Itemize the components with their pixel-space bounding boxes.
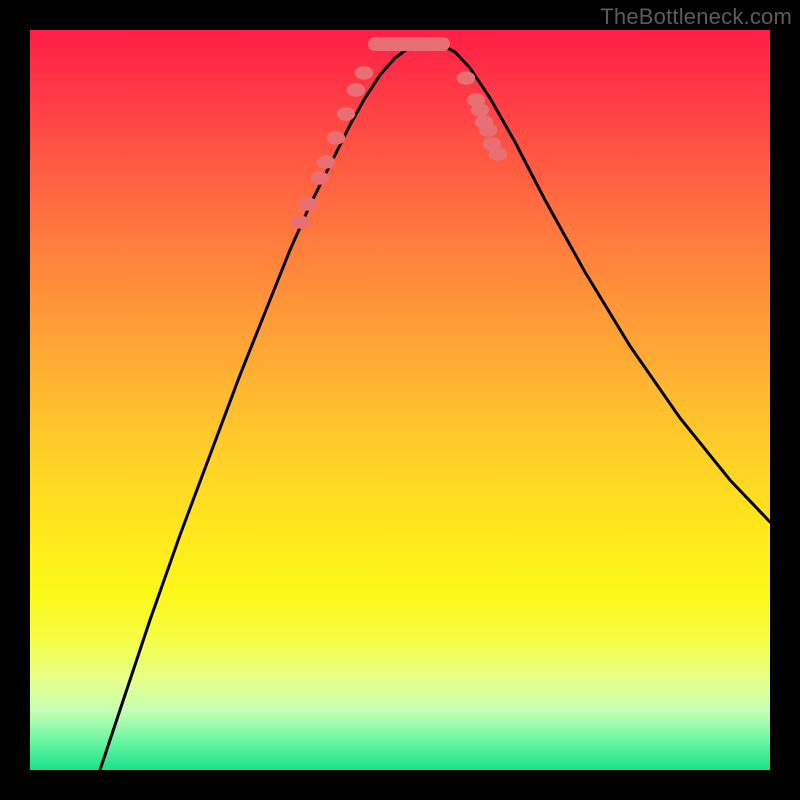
- curve-bottom-band: [368, 37, 450, 51]
- chart-frame: TheBottleneck.com: [0, 0, 800, 800]
- marker-dot: [471, 103, 489, 117]
- marker-dot: [347, 83, 365, 97]
- marker-dot: [457, 71, 475, 85]
- marker-dot: [479, 123, 497, 137]
- marker-dot: [317, 155, 335, 169]
- marker-dot: [489, 147, 507, 161]
- chart-plot-area: [30, 30, 770, 770]
- marker-dot: [355, 66, 373, 80]
- marker-dot: [291, 215, 309, 229]
- chart-svg: [30, 30, 770, 770]
- marker-dot: [337, 107, 355, 121]
- marker-dot: [299, 197, 317, 211]
- bottleneck-curve: [100, 42, 770, 770]
- marker-dot: [311, 171, 329, 185]
- watermark-text: TheBottleneck.com: [600, 4, 792, 30]
- marker-group-left: [291, 66, 373, 229]
- marker-dot: [327, 131, 345, 145]
